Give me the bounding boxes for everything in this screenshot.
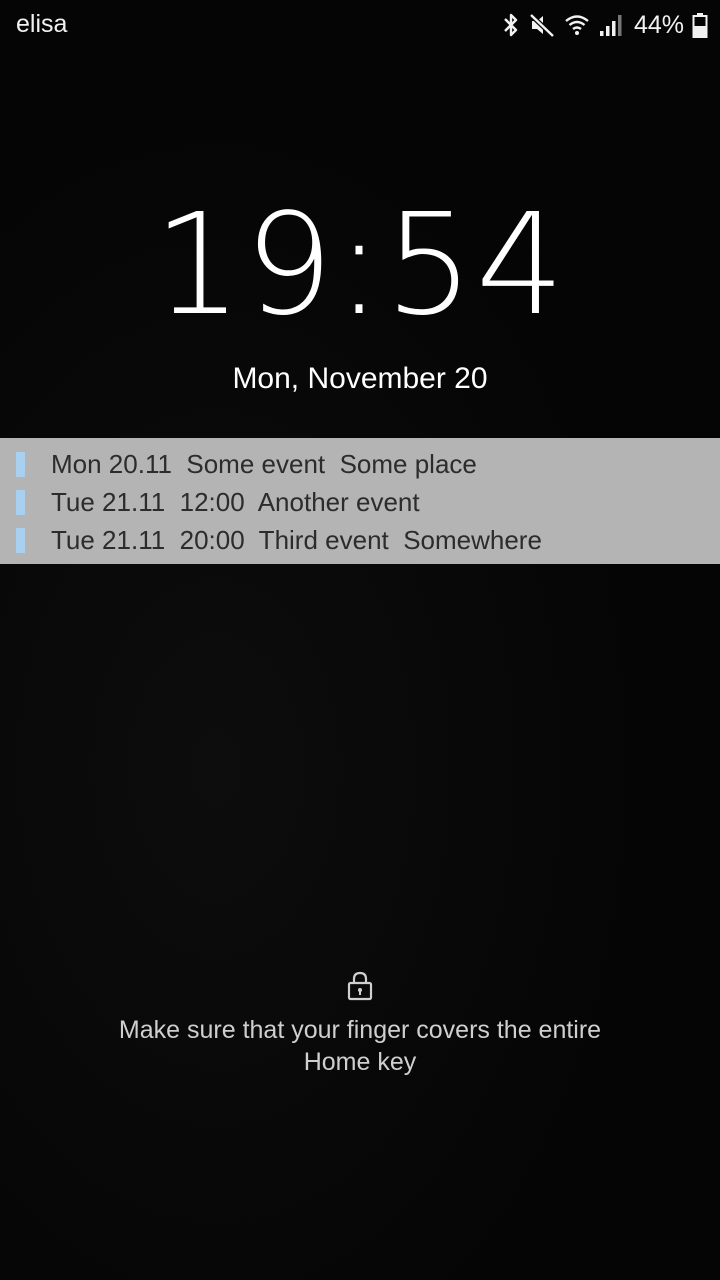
event-text: Mon 20.11 Some event Some place: [51, 448, 477, 479]
carrier-name: elisa: [16, 10, 68, 38]
event-color-marker: [16, 452, 25, 477]
event-text: Tue 21.11 12:00 Another event: [51, 486, 420, 517]
wifi-icon: [564, 11, 590, 39]
list-item[interactable]: Tue 21.11 12:00 Another event: [0, 483, 720, 521]
lock-date: Mon, November 20: [232, 362, 488, 395]
bluetooth-icon: [502, 11, 520, 39]
battery-icon: [692, 11, 708, 39]
event-text: Tue 21.11 20:00 Third event Somewhere: [51, 524, 542, 555]
battery-percent: 44%: [633, 10, 684, 39]
event-color-marker: [16, 490, 25, 515]
lock-icon: [345, 970, 375, 1002]
event-color-marker: [16, 528, 25, 553]
fingerprint-hint: Make sure that your finger covers the en…: [118, 1016, 602, 1076]
signal-icon: [598, 11, 624, 39]
status-icons: 44%: [502, 8, 708, 42]
mute-icon: [528, 11, 556, 39]
list-item[interactable]: Mon 20.11 Some event Some place: [0, 445, 720, 483]
lock-clock: 19:54: [153, 184, 567, 347]
list-item[interactable]: Tue 21.11 20:00 Third event Somewhere: [0, 521, 720, 559]
status-bar: elisa 44%: [0, 0, 720, 50]
calendar-events-panel[interactable]: Mon 20.11 Some event Some place Tue 21.1…: [0, 438, 720, 564]
unlock-area[interactable]: [0, 970, 720, 1007]
